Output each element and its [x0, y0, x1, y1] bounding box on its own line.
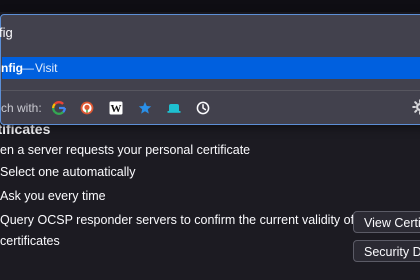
view-certificates-button[interactable]: View Certifi	[353, 211, 420, 233]
url-input-text: fig	[0, 25, 13, 40]
ocsp-checkbox-label: Query OCSP responder servers to confirm …	[0, 213, 355, 227]
divider	[1, 90, 420, 91]
wikipedia-icon: W	[109, 101, 123, 115]
search-history-button[interactable]	[192, 97, 214, 119]
duckduckgo-icon	[80, 101, 94, 115]
search-shortcuts-label: ch with:	[1, 101, 42, 115]
ocsp-checkbox-label-continued: certificates	[0, 234, 60, 248]
search-engine-duckduckgo-button[interactable]	[76, 97, 98, 119]
radio-select-automatically[interactable]: Select one automatically	[0, 165, 136, 179]
suggestion-action: Visit	[35, 61, 58, 75]
gear-icon	[412, 99, 420, 115]
tab-icon	[167, 104, 181, 113]
url-input[interactable]: fig	[0, 15, 420, 51]
radio-select-automatically-label: Select one automatically	[0, 165, 136, 179]
search-settings-button[interactable]	[412, 99, 420, 115]
google-icon	[52, 101, 66, 115]
search-engine-google-button[interactable]	[48, 97, 70, 119]
search-tabs-button[interactable]	[163, 97, 185, 119]
radio-ask-every-time-label: Ask you every time	[0, 189, 106, 203]
security-devices-button[interactable]: Security Dev	[353, 240, 420, 262]
suggestion-title: nfig	[1, 61, 23, 75]
suggestion-row-selected[interactable]: nfig — Visit	[1, 57, 420, 79]
search-bookmarks-button[interactable]	[134, 97, 156, 119]
urlbar-dropdown: fig nfig — Visit ch with: W	[0, 14, 420, 125]
star-icon	[138, 101, 152, 114]
search-engine-wikipedia-button[interactable]: W	[105, 97, 127, 119]
browser-toolbar	[0, 0, 420, 12]
suggestion-separator: —	[22, 61, 34, 75]
clock-icon	[196, 101, 210, 115]
ocsp-checkbox[interactable]: Query OCSP responder servers to confirm …	[0, 213, 354, 227]
radio-ask-every-time[interactable]: Ask you every time	[0, 189, 106, 203]
certificate-request-description: en a server requests your personal certi…	[0, 143, 251, 157]
svg-text:W: W	[111, 103, 122, 115]
